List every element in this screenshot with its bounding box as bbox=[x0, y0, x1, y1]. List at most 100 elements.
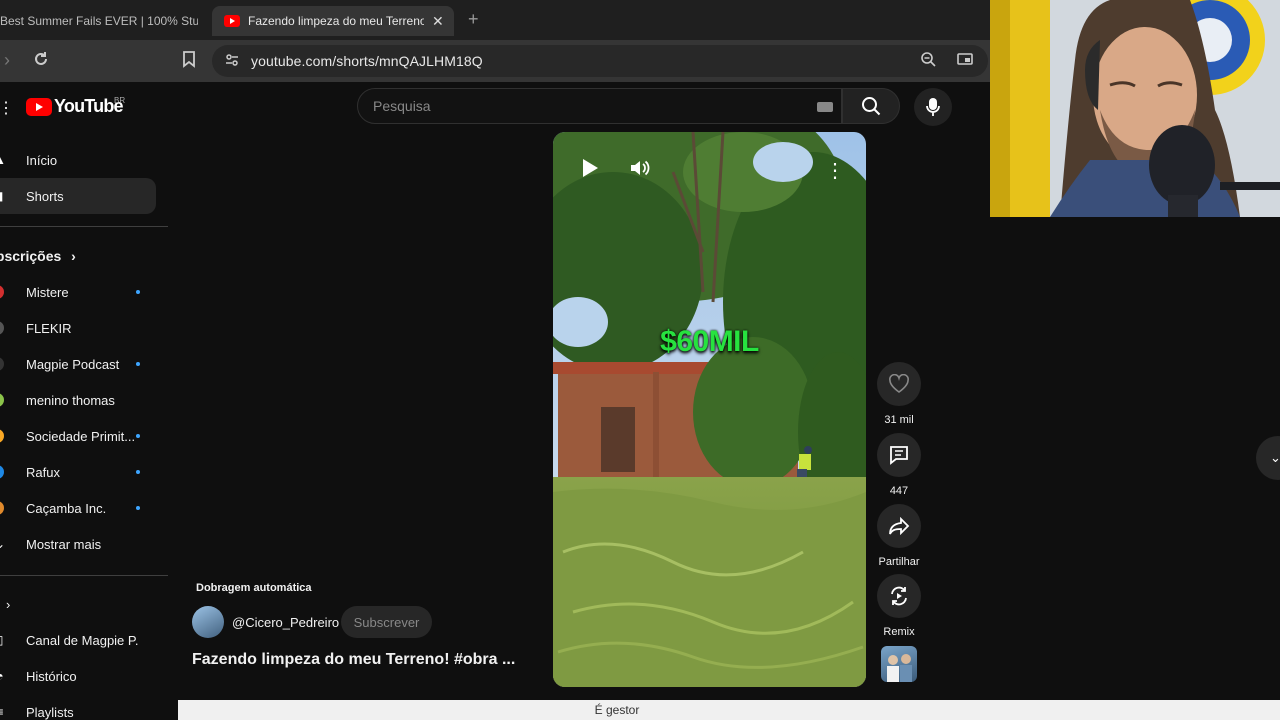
comment-icon bbox=[890, 446, 908, 465]
channel-name[interactable]: @Cicero_Pedreiro bbox=[232, 615, 339, 630]
menu-icon[interactable]: ⋮ bbox=[0, 98, 14, 118]
chevron-down-icon: ⌄ bbox=[0, 537, 6, 551]
chevron-right-icon: › bbox=[71, 248, 76, 264]
sidebar-item-label: Mostrar mais bbox=[26, 536, 102, 552]
remix-icon bbox=[891, 586, 907, 606]
status-bar: É gestor bbox=[178, 700, 1280, 720]
chevron-down-icon: ⌄ bbox=[1270, 450, 1280, 465]
close-tab-icon[interactable]: ✕ bbox=[432, 13, 444, 30]
channel-avatar bbox=[0, 321, 4, 335]
sidebar-item-you[interactable]: › bbox=[0, 586, 156, 622]
keyboard-icon[interactable] bbox=[817, 102, 833, 112]
voice-search-button[interactable] bbox=[914, 88, 952, 126]
webcam-overlay bbox=[990, 0, 1280, 217]
sound-avatar[interactable] bbox=[881, 646, 917, 682]
play-icon[interactable] bbox=[581, 158, 599, 183]
sidebar-item-subscription[interactable]: Mistere bbox=[0, 274, 156, 310]
logo-text: YouTube bbox=[54, 96, 124, 116]
search-placeholder: Pesquisa bbox=[373, 98, 431, 114]
like-circle bbox=[877, 362, 921, 406]
comments-button[interactable]: 447 bbox=[877, 433, 921, 497]
sidebar-item-label: Shorts bbox=[26, 188, 64, 204]
site-info-icon[interactable] bbox=[224, 52, 240, 71]
sidebar-item-label: Magpie Podcast bbox=[26, 356, 120, 372]
sidebar-item-label: Histórico bbox=[26, 668, 77, 684]
new-content-dot bbox=[136, 434, 140, 438]
channel-icon: ▯ bbox=[0, 633, 6, 647]
tab-title: Fazendo limpeza do meu Terreno! #obra bbox=[248, 14, 424, 28]
sidebar-item-your-channel[interactable]: ▯ Canal de Magpie P... bbox=[0, 622, 156, 658]
youtube-sidebar: ⋮ YouTube BR ▲ Início ▮ Shorts Subscriçõ… bbox=[0, 82, 168, 720]
cast-icon[interactable] bbox=[956, 51, 974, 71]
sidebar-item-subscription[interactable]: menino thomas bbox=[0, 382, 156, 418]
sidebar-item-label: Rafux bbox=[26, 464, 60, 480]
forward-icon[interactable]: › bbox=[4, 50, 10, 71]
more-options-icon[interactable]: ⋮ bbox=[825, 158, 845, 183]
auto-dubbing-label: Dobragem automática bbox=[196, 582, 312, 594]
new-content-dot bbox=[136, 506, 140, 510]
browser-tab-bar: Best Summer Fails EVER | 100% Stupid Faz… bbox=[0, 0, 990, 40]
heart-icon bbox=[889, 374, 909, 393]
video-title[interactable]: Fazendo limpeza do meu Terreno! #obra ..… bbox=[192, 651, 515, 669]
like-count: 31 mil bbox=[884, 414, 914, 426]
browser-toolbar: › youtube.com/shorts/mnQAJLHM18Q bbox=[0, 40, 990, 82]
youtube-favicon-icon bbox=[224, 15, 240, 27]
subscriptions-header[interactable]: Subscrições › bbox=[0, 248, 76, 264]
share-label: Partilhar bbox=[878, 556, 920, 568]
status-text: É gestor bbox=[594, 703, 640, 717]
sidebar-item-subscription[interactable]: Magpie Podcast bbox=[0, 346, 156, 382]
sidebar-item-playlists[interactable]: ≡ Playlists bbox=[0, 694, 156, 720]
short-video-player[interactable]: ⋮ $60MIL bbox=[553, 132, 866, 687]
address-bar[interactable]: youtube.com/shorts/mnQAJLHM18Q bbox=[212, 45, 988, 77]
reload-icon[interactable] bbox=[32, 50, 50, 73]
next-short-button[interactable]: ⌄ bbox=[1256, 436, 1280, 480]
sidebar-item-subscription[interactable]: Rafux bbox=[0, 454, 156, 490]
sidebar-item-label: Mistere bbox=[26, 284, 69, 300]
share-button[interactable]: Partilhar bbox=[877, 504, 921, 568]
comment-count: 447 bbox=[889, 485, 909, 497]
channel-avatar bbox=[0, 357, 4, 371]
browser-tab-active[interactable]: Fazendo limpeza do meu Terreno! #obra ✕ bbox=[212, 6, 454, 36]
zoom-icon[interactable] bbox=[920, 51, 937, 72]
sidebar-item-history[interactable]: ◔ Histórico bbox=[0, 658, 156, 694]
shorts-icon: ▮ bbox=[0, 189, 6, 203]
new-content-dot bbox=[136, 362, 140, 366]
search-icon bbox=[862, 97, 881, 116]
youtube-logo-icon bbox=[26, 97, 52, 116]
url-text: youtube.com/shorts/mnQAJLHM18Q bbox=[251, 53, 483, 69]
volume-icon[interactable] bbox=[629, 158, 651, 183]
new-tab-icon[interactable]: + bbox=[468, 9, 479, 30]
sidebar-item-shorts[interactable]: ▮ Shorts bbox=[0, 178, 156, 214]
channel-avatar bbox=[0, 429, 4, 443]
sidebar-item-label: Playlists bbox=[26, 704, 74, 720]
youtube-logo[interactable]: YouTube BR bbox=[26, 96, 125, 117]
sidebar-item-show-more[interactable]: ⌄ Mostrar mais bbox=[0, 526, 156, 562]
comments-circle bbox=[877, 433, 921, 477]
sidebar-item-home[interactable]: ▲ Início bbox=[0, 142, 156, 178]
remix-button[interactable]: Remix bbox=[877, 574, 921, 638]
bookmark-icon[interactable] bbox=[182, 50, 196, 73]
share-circle bbox=[877, 504, 921, 548]
channel-avatar bbox=[0, 393, 4, 407]
history-icon: ◔ bbox=[0, 669, 6, 683]
sidebar-item-label: menino thomas bbox=[26, 392, 115, 408]
sidebar-item-subscription[interactable]: Caçamba Inc. bbox=[0, 490, 156, 526]
video-frame bbox=[553, 132, 866, 687]
new-content-dot bbox=[136, 290, 140, 294]
channel-avatar[interactable] bbox=[192, 606, 224, 638]
subscribe-button[interactable]: Subscrever bbox=[341, 606, 432, 638]
remix-label: Remix bbox=[883, 626, 915, 638]
like-button[interactable]: 31 mil bbox=[877, 362, 921, 426]
sidebar-item-subscription[interactable]: FLEKIR bbox=[0, 310, 156, 346]
share-icon bbox=[889, 517, 910, 535]
channel-avatar bbox=[0, 465, 4, 479]
remix-circle bbox=[877, 574, 921, 618]
search-button[interactable] bbox=[842, 88, 900, 124]
subscriptions-title: Subscrições bbox=[0, 248, 62, 264]
search-input[interactable]: Pesquisa bbox=[357, 88, 842, 124]
browser-tab-inactive[interactable]: Best Summer Fails EVER | 100% Stupid bbox=[0, 6, 198, 36]
chevron-right-icon: › bbox=[6, 596, 11, 612]
sidebar-item-subscription[interactable]: Sociedade Primit... bbox=[0, 418, 156, 454]
webcam-image bbox=[990, 0, 1280, 217]
sidebar-item-label: Caçamba Inc. bbox=[26, 500, 107, 516]
